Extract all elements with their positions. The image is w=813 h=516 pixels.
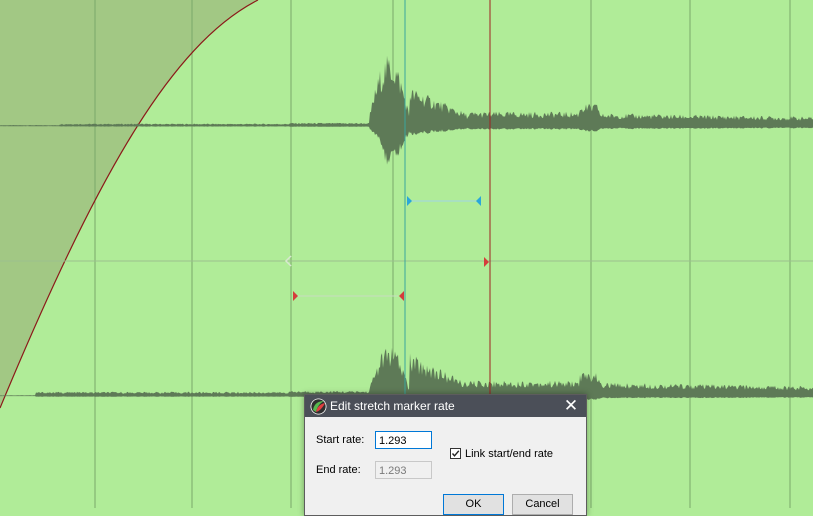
stretch-marker-icon[interactable] [293,291,298,301]
fade-in-area [0,0,258,408]
stretch-marker-icon[interactable] [484,257,489,267]
dialog-titlebar[interactable]: Edit stretch marker rate ✕ [305,395,586,417]
ok-button[interactable]: OK [443,494,504,515]
link-rate-checkbox[interactable] [450,448,461,459]
close-icon[interactable]: ✕ [556,395,586,417]
end-rate-input [375,461,432,479]
stretch-marker-icon[interactable] [407,196,412,206]
edit-stretch-marker-dialog: Edit stretch marker rate ✕ Start rate: L… [304,394,587,516]
start-rate-input[interactable] [375,431,432,449]
start-rate-label: Start rate: [316,434,365,446]
dialog-title: Edit stretch marker rate [330,399,455,413]
cancel-button[interactable]: Cancel [512,494,573,515]
link-rate-label[interactable]: Link start/end rate [465,448,553,460]
stretch-marker-icon[interactable] [476,196,481,206]
reaper-logo-icon [310,398,327,415]
checkmark-icon [451,450,460,457]
stretch-marker-icon[interactable] [399,291,404,301]
end-rate-label: End rate: [316,464,361,476]
